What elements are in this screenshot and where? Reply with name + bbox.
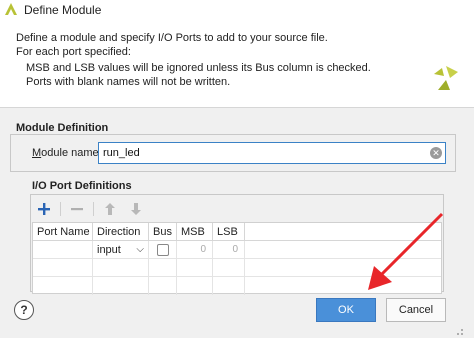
banner-line: For each port specified:	[16, 46, 131, 58]
move-down-button[interactable]	[126, 200, 146, 218]
column-header-msb[interactable]: MSB	[177, 223, 213, 241]
column-header-bus[interactable]: Bus	[149, 223, 177, 241]
io-port-definitions-heading: I/O Port Definitions	[32, 180, 132, 192]
empty-cell	[33, 277, 93, 295]
resize-grip-icon[interactable]	[452, 326, 464, 336]
table-row[interactable]	[33, 259, 441, 277]
empty-cell	[33, 259, 93, 277]
empty-cell	[149, 277, 177, 295]
empty-cell	[149, 259, 177, 277]
arrow-up-icon	[105, 203, 115, 215]
toolbar-divider	[93, 202, 94, 216]
move-up-button[interactable]	[100, 200, 120, 218]
module-name-label: Module name:	[32, 147, 102, 159]
table-row[interactable]	[33, 277, 441, 295]
vivado-logo-icon	[5, 3, 17, 15]
clear-icon[interactable]: ✕	[430, 147, 442, 159]
description-banner: Define a module and specify I/O Ports to…	[0, 20, 474, 108]
ok-button[interactable]: OK	[316, 298, 376, 322]
direction-select[interactable]: input ⌵	[93, 241, 149, 259]
empty-cell	[177, 259, 213, 277]
module-name-input[interactable]	[98, 142, 446, 164]
title-bar: Define Module	[0, 0, 474, 20]
column-header-direction[interactable]: Direction	[93, 223, 149, 241]
empty-cell	[213, 259, 245, 277]
banner-line: Define a module and specify I/O Ports to…	[16, 32, 328, 44]
banner-line: MSB and LSB values will be ignored unles…	[26, 62, 371, 74]
empty-cell	[177, 277, 213, 295]
chevron-down-icon: ⌵	[136, 244, 144, 255]
add-port-button[interactable]	[34, 200, 54, 218]
toolbar-divider	[60, 202, 61, 216]
module-definition-heading: Module Definition	[16, 122, 109, 134]
vivado-logo-icon	[434, 66, 458, 90]
help-button[interactable]: ?	[14, 300, 34, 320]
table-header: Port Name Direction Bus MSB LSB	[33, 223, 441, 241]
column-header-lsb[interactable]: LSB	[213, 223, 245, 241]
port-name-cell[interactable]	[33, 241, 93, 259]
io-port-table: Port Name Direction Bus MSB LSB input ⌵ …	[32, 222, 442, 295]
remove-port-button[interactable]	[67, 200, 87, 218]
table-row[interactable]: input ⌵ 0 0	[33, 241, 441, 259]
bus-cell	[149, 241, 177, 259]
direction-value: input	[97, 244, 121, 256]
msb-cell[interactable]: 0	[177, 241, 213, 259]
empty-cell	[93, 259, 149, 277]
minus-icon	[71, 208, 83, 211]
window-title: Define Module	[24, 3, 102, 17]
port-toolbar	[34, 200, 444, 218]
column-header-port-name[interactable]: Port Name	[33, 223, 93, 241]
bus-checkbox[interactable]	[157, 244, 169, 256]
arrow-down-icon	[131, 203, 141, 215]
empty-cell	[213, 277, 245, 295]
lsb-cell[interactable]: 0	[213, 241, 245, 259]
banner-line: Ports with blank names will not be writt…	[26, 76, 231, 88]
cancel-button[interactable]: Cancel	[386, 298, 446, 322]
plus-icon	[38, 203, 50, 215]
empty-cell	[93, 277, 149, 295]
